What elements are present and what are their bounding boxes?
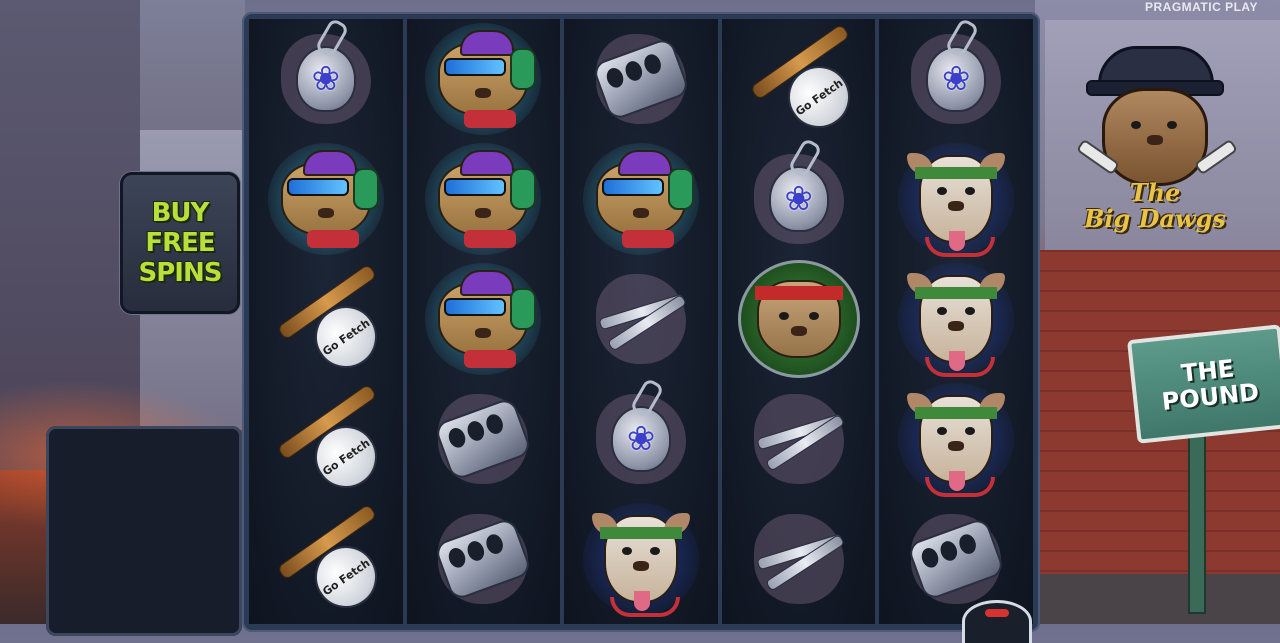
- bat-ball-symbol: Go Fetch: [271, 383, 389, 501]
- hiphop-dog-symbol: [425, 263, 542, 375]
- scissors-symbol: [744, 384, 854, 494]
- logo-title: The Big Dawgs: [1070, 180, 1240, 232]
- brass-knuckles-symbol: [428, 384, 538, 494]
- reel-cell: ❀: [564, 379, 718, 499]
- reel-4: Go Fetch ❀: [721, 19, 876, 624]
- game-logo: The Big Dawgs: [1070, 40, 1240, 280]
- pitbull-dog-symbol: [582, 503, 699, 617]
- reel-3: ❀: [564, 19, 718, 624]
- paw-icon: ❀: [311, 59, 341, 99]
- reel-cell: [722, 379, 876, 499]
- info-panel: [46, 426, 242, 636]
- hiphop-dog-symbol: [425, 23, 542, 135]
- scissors-symbol: [586, 264, 696, 374]
- buy-label: BUY: [151, 198, 210, 228]
- reel-cell: [407, 499, 561, 619]
- sign-pole: [1188, 420, 1206, 614]
- paw-pendant-symbol: ❀: [744, 144, 854, 254]
- reel-cell: [879, 259, 1033, 379]
- reel-cell: [407, 139, 561, 259]
- bat-ball-symbol: Go Fetch: [271, 263, 389, 381]
- spins-label: SPINS: [138, 258, 223, 288]
- reel-cell: [722, 499, 876, 619]
- pitbull-dog-symbol: [898, 143, 1015, 257]
- pitbull-dog-symbol: [898, 263, 1015, 377]
- reel-cell: Go Fetch: [249, 499, 403, 621]
- sign-line2: POUND: [1160, 377, 1261, 416]
- paw-pendant-symbol: ❀: [271, 24, 381, 134]
- hiphop-dog-symbol: [582, 143, 699, 255]
- reel-cell: [879, 379, 1033, 499]
- reel-cell: Go Fetch: [249, 259, 403, 381]
- paw-pendant-symbol: ❀: [586, 384, 696, 494]
- bat-ball-symbol: Go Fetch: [744, 23, 862, 141]
- hiphop-dog-symbol: [267, 143, 384, 255]
- background-ground: [1035, 574, 1280, 624]
- logo-title-line1: The: [1129, 178, 1181, 207]
- reel-cell: [879, 139, 1033, 259]
- reel-cell: [722, 259, 876, 379]
- paw-icon: ❀: [941, 59, 971, 99]
- reel-cell: [564, 259, 718, 379]
- pitbull-dog-symbol: [898, 383, 1015, 497]
- reel-cell: [564, 19, 718, 139]
- provider-label: PRAGMATIC PLAY: [1144, 0, 1258, 14]
- bulldog-symbol: [737, 260, 860, 378]
- brass-knuckles-symbol: [428, 504, 538, 614]
- bat-ball-symbol: Go Fetch: [271, 503, 389, 621]
- scissors-symbol: [744, 504, 854, 614]
- reel-cell: Go Fetch: [249, 379, 403, 501]
- logo-bulldog-face-icon: [1102, 88, 1208, 186]
- reels-grid: ❀ Go Fetch Go Fetch Go Fetch ❀ Go Fetch ❀ ❀: [249, 19, 1033, 624]
- eye-icon: [1131, 121, 1141, 129]
- reel-cell: ❀: [249, 19, 403, 139]
- reel-cell: [564, 499, 718, 619]
- reel-cell: ❀: [879, 19, 1033, 139]
- reel-2: [406, 19, 561, 624]
- eye-icon: [1167, 121, 1177, 129]
- paw-icon: ❀: [784, 179, 813, 219]
- brass-knuckles-symbol: [901, 504, 1011, 614]
- reel-5: ❀: [879, 19, 1033, 624]
- reel-frame: ❀ Go Fetch Go Fetch Go Fetch ❀ Go Fetch ❀ ❀: [242, 12, 1040, 632]
- reel-cell: [249, 139, 403, 259]
- reel-cell: [407, 259, 561, 379]
- the-pound-sign: THE POUND: [1126, 324, 1280, 444]
- reel-cell: [407, 19, 561, 139]
- reel-cell: [564, 139, 718, 259]
- reel-1: ❀ Go Fetch Go Fetch Go Fetch: [249, 19, 403, 624]
- logo-title-line2: Big Dawgs: [1084, 204, 1226, 233]
- buy-free-spins-button[interactable]: BUY FREE SPINS: [120, 172, 240, 314]
- hiphop-dog-symbol: [425, 143, 542, 255]
- reel-cell: Go Fetch: [722, 19, 876, 141]
- paw-icon: ❀: [626, 419, 656, 459]
- brass-knuckles-symbol: [586, 24, 696, 134]
- reel-cell: ❀: [722, 139, 876, 259]
- free-label: FREE: [145, 228, 215, 258]
- paw-pendant-symbol: ❀: [901, 24, 1011, 134]
- spin-button[interactable]: [962, 600, 1032, 643]
- reel-cell: [407, 379, 561, 499]
- nose-icon: [1147, 135, 1163, 145]
